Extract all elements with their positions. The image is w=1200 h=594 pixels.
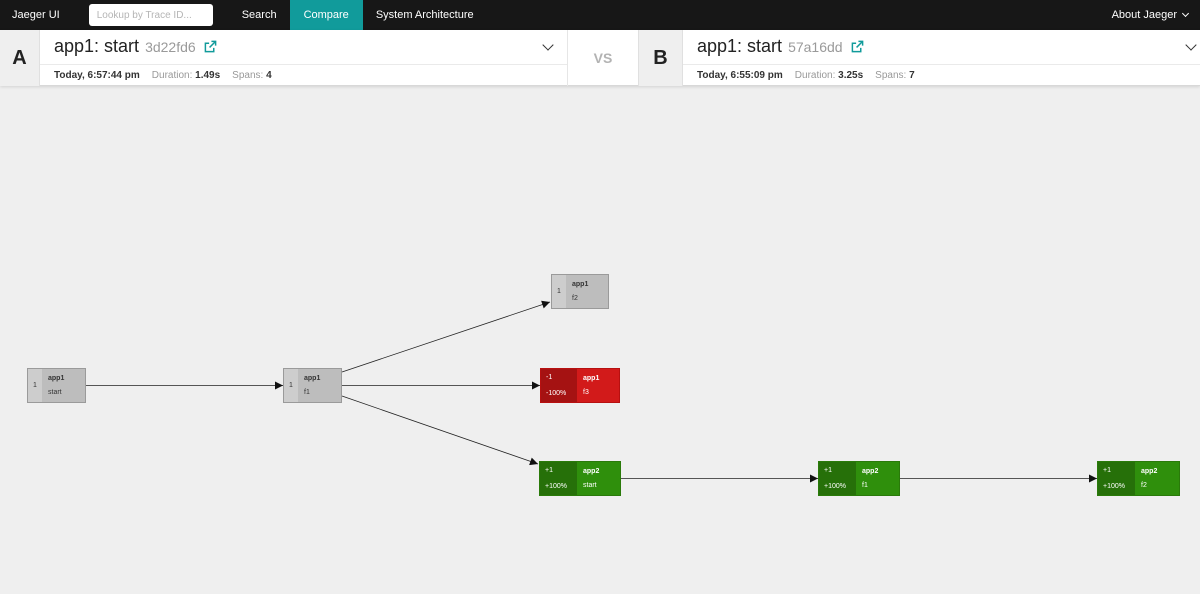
spans-label: Spans: bbox=[232, 69, 264, 81]
node-count: +1 bbox=[1103, 466, 1111, 474]
trace-b-spans: 7 bbox=[909, 69, 915, 81]
graph-node[interactable]: +1 +100% app2 f2 bbox=[1097, 461, 1180, 496]
graph-edges bbox=[86, 300, 1097, 483]
spans-label: Spans: bbox=[875, 69, 907, 81]
node-percent: +100% bbox=[824, 483, 846, 491]
trace-diff-graph[interactable]: 1 app1 start 1 app1 f1 1 app1 f2 -1 -100% app1 f3 +1 +… bbox=[0, 86, 1200, 594]
trace-id-lookup[interactable] bbox=[88, 4, 213, 26]
duration-label: Duration: bbox=[151, 69, 193, 81]
graph-edge bbox=[341, 300, 551, 373]
node-label-cell: app2 start bbox=[577, 462, 620, 495]
node-service: app1 bbox=[583, 374, 600, 382]
graph-edge bbox=[341, 395, 539, 466]
trace-b-id: 57a16dd bbox=[788, 38, 843, 55]
graph-node[interactable]: +1 +100% app2 start bbox=[539, 461, 621, 496]
node-service: app1 bbox=[304, 374, 321, 382]
node-operation: f1 bbox=[304, 389, 310, 397]
vs-label: VS bbox=[567, 30, 638, 86]
graph-node[interactable]: 1 app1 f2 bbox=[551, 274, 609, 309]
node-count: +1 bbox=[824, 466, 832, 474]
trace-a-name: app1: start bbox=[54, 36, 140, 56]
trace-a-chevron-down-icon[interactable] bbox=[542, 39, 554, 51]
node-percent: +100% bbox=[1103, 483, 1125, 491]
caret-down-icon bbox=[1181, 9, 1190, 18]
node-service: app2 bbox=[583, 467, 600, 475]
node-operation: f2 bbox=[1141, 482, 1147, 490]
duration-label: Duration: bbox=[794, 69, 836, 81]
graph-node[interactable]: -1 -100% app1 f3 bbox=[540, 368, 620, 403]
node-operation: f2 bbox=[572, 295, 578, 303]
trace-id-input[interactable] bbox=[96, 9, 205, 21]
trace-a-id: 3d22fd6 bbox=[145, 38, 196, 55]
about-label: About Jaeger bbox=[1111, 9, 1177, 21]
node-operation: start bbox=[48, 389, 62, 397]
trace-a-title: app1: start 3d22fd6 bbox=[54, 30, 217, 63]
node-count-cell: +1 +100% bbox=[819, 462, 856, 495]
graph-node[interactable]: +1 +100% app2 f1 bbox=[818, 461, 900, 496]
node-operation: f1 bbox=[862, 482, 868, 490]
node-label-cell: app1 f3 bbox=[577, 369, 619, 402]
node-operation: f3 bbox=[583, 389, 589, 397]
node-count: -1 bbox=[546, 373, 553, 381]
external-link-icon[interactable] bbox=[204, 40, 217, 53]
node-service: app2 bbox=[862, 467, 879, 475]
node-operation: start bbox=[583, 482, 597, 490]
trace-a-time: Today, 6:57:44 pm bbox=[54, 69, 140, 81]
trace-b-name: app1: start bbox=[697, 36, 783, 56]
side-b-label: B bbox=[638, 30, 683, 86]
node-count-cell: 1 bbox=[28, 369, 42, 402]
top-nav: Jaeger UI Search Compare System Architec… bbox=[0, 0, 1200, 30]
nav-system-architecture[interactable]: System Architecture bbox=[363, 0, 487, 30]
brand-link[interactable]: Jaeger UI bbox=[0, 0, 74, 30]
about-jaeger-menu[interactable]: About Jaeger bbox=[1111, 0, 1190, 30]
trace-b-chevron-down-icon[interactable] bbox=[1185, 39, 1197, 51]
node-count-cell: -1 -100% bbox=[541, 369, 577, 402]
node-count-cell: +1 +100% bbox=[1098, 462, 1135, 495]
node-count: +1 bbox=[545, 466, 553, 474]
node-count-cell: +1 +100% bbox=[540, 462, 577, 495]
trace-b-duration: 3.25s bbox=[838, 69, 864, 81]
node-count: 1 bbox=[33, 382, 37, 389]
node-percent: -100% bbox=[546, 390, 567, 398]
node-count: 1 bbox=[557, 288, 561, 295]
node-service: app1 bbox=[572, 280, 589, 288]
nav-compare[interactable]: Compare bbox=[289, 0, 363, 30]
trace-b-time: Today, 6:55:09 pm bbox=[697, 69, 783, 81]
node-label-cell: app1 start bbox=[42, 369, 85, 402]
node-service: app2 bbox=[1141, 467, 1158, 475]
trace-a-spans: 4 bbox=[266, 69, 272, 81]
trace-a-meta: Today, 6:57:44 pm Duration: 1.49s Spans:… bbox=[40, 64, 567, 85]
trace-b-meta: Today, 6:55:09 pm Duration: 3.25s Spans:… bbox=[683, 64, 1200, 85]
node-label-cell: app1 f2 bbox=[566, 275, 608, 308]
compare-header: A app1: start 3d22fd6 Today, 6:57:44 pm … bbox=[0, 30, 1200, 86]
trace-a-duration: 1.49s bbox=[195, 69, 221, 81]
graph-node[interactable]: 1 app1 start bbox=[27, 368, 86, 403]
graph-node[interactable]: 1 app1 f1 bbox=[283, 368, 342, 403]
node-label-cell: app2 f1 bbox=[856, 462, 899, 495]
node-label-cell: app1 f1 bbox=[298, 369, 341, 402]
node-service: app1 bbox=[48, 374, 65, 382]
node-count-cell: 1 bbox=[552, 275, 566, 308]
side-a-label: A bbox=[0, 30, 40, 86]
node-percent: +100% bbox=[545, 483, 567, 491]
external-link-icon[interactable] bbox=[851, 40, 864, 53]
node-count-cell: 1 bbox=[284, 369, 298, 402]
node-label-cell: app2 f2 bbox=[1135, 462, 1179, 495]
node-count: 1 bbox=[289, 382, 293, 389]
nav-search[interactable]: Search bbox=[229, 0, 290, 30]
trace-b-title: app1: start 57a16dd bbox=[697, 30, 864, 63]
